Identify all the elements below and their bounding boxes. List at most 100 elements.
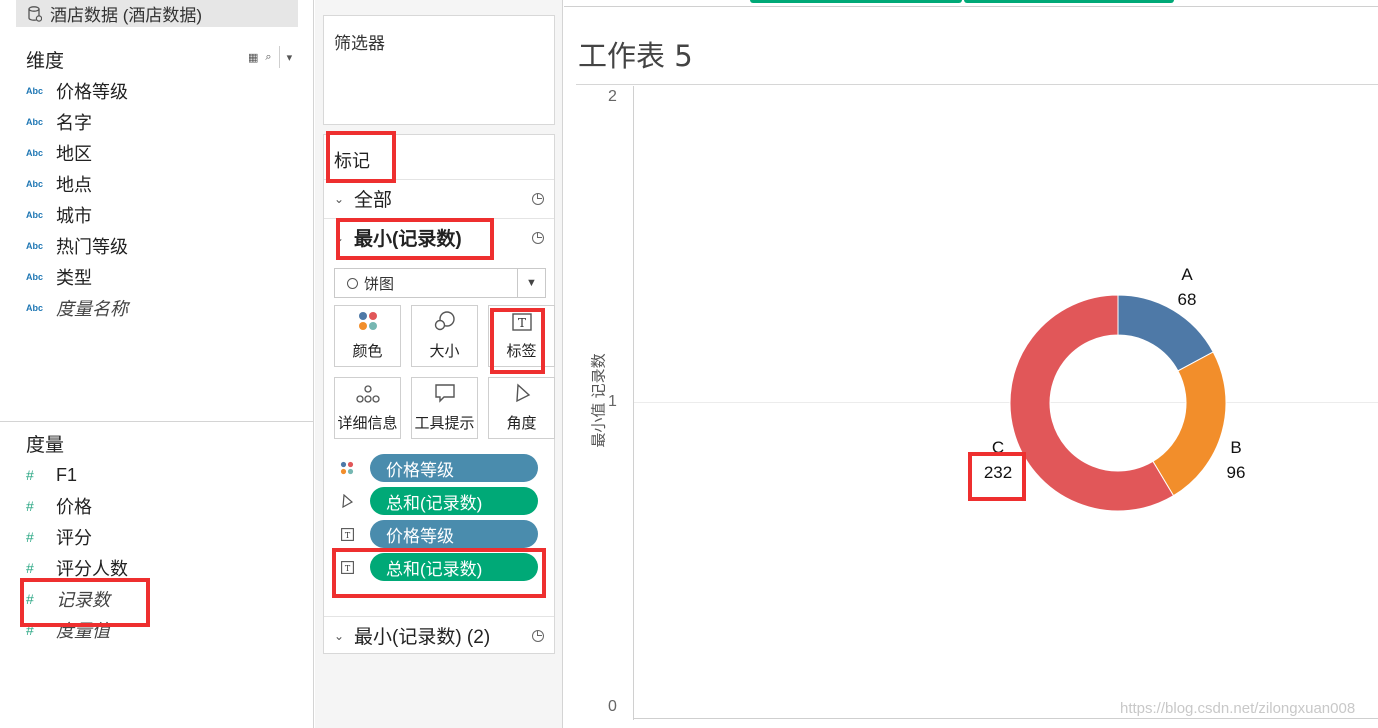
abc-icon: Abc: [26, 179, 44, 189]
abc-icon: Abc: [26, 148, 44, 158]
angle-icon: [334, 494, 360, 508]
top-pill[interactable]: [964, 0, 1174, 3]
dimension-field[interactable]: Abc 名字: [26, 109, 92, 135]
dimension-field[interactable]: Abc 度量名称: [26, 295, 128, 321]
slice-category-label: B: [1230, 438, 1242, 457]
detail-button[interactable]: 详细信息: [334, 377, 401, 439]
field-label: 热门等级: [56, 237, 128, 257]
color-icon: [334, 461, 360, 475]
chevron-down-icon: ⌄: [334, 628, 345, 643]
highlight-box: [20, 578, 150, 627]
pie-icon: [532, 193, 544, 205]
shelf-row-angle[interactable]: 总和(记录数): [334, 486, 546, 516]
measure-field[interactable]: # 价格: [26, 493, 92, 519]
y-axis-title[interactable]: 最小值 记录数: [588, 306, 609, 496]
dropdown-arrow-icon[interactable]: ▼: [517, 269, 545, 297]
pie-icon: [532, 630, 544, 642]
dimension-field[interactable]: Abc 地点: [26, 171, 92, 197]
abc-icon: Abc: [26, 303, 44, 313]
slice-value-label: 96: [1226, 463, 1246, 482]
y-tick-label: 2: [608, 88, 617, 105]
size-icon: [434, 311, 455, 331]
gridline: [634, 402, 1378, 403]
field-label: 地点: [56, 175, 92, 195]
marks-row-label: 最小(记录数) (2): [354, 627, 491, 648]
highlight-box: [326, 131, 396, 183]
mark-type-value: 饼图: [364, 275, 395, 293]
datasource-item[interactable]: 酒店数据 (酒店数据): [16, 0, 298, 27]
highlight-box: [332, 548, 546, 598]
dimension-pill[interactable]: 价格等级: [370, 454, 538, 482]
color-icon: [358, 312, 377, 330]
filters-title: 筛选器: [334, 34, 385, 53]
field-label: F1: [56, 464, 78, 485]
highlight-box: [968, 452, 1026, 501]
field-label: 城市: [56, 206, 92, 226]
dimension-field[interactable]: Abc 价格等级: [26, 78, 128, 104]
hash-icon: #: [26, 498, 34, 514]
chevron-down-icon[interactable]: ▾: [287, 51, 293, 64]
datasource-label: 酒店数据 (酒店数据): [50, 6, 203, 25]
highlight-box: [490, 308, 545, 374]
pie-icon: [532, 232, 544, 244]
marks-row-min-count-2[interactable]: ⌄ 最小(记录数) (2): [324, 616, 554, 654]
size-button-label: 大小: [429, 343, 460, 360]
angle-icon: [515, 383, 530, 403]
mark-type-select[interactable]: 饼图 ▼: [334, 268, 546, 298]
shelf-row-label[interactable]: T 价格等级: [334, 519, 546, 549]
x-axis-line: [633, 718, 1378, 719]
tooltip-icon: [434, 384, 455, 403]
abc-icon: Abc: [26, 117, 44, 127]
text-label-icon: T: [334, 527, 360, 541]
y-axis-line: [633, 86, 634, 720]
highlight-box: [336, 218, 494, 260]
dimension-tools: ▦ ⌕ ▾: [248, 46, 292, 68]
measure-field[interactable]: # 评分: [26, 524, 92, 550]
shelf-top-strip: [564, 0, 1378, 7]
title-divider: [576, 84, 1378, 85]
abc-icon: Abc: [26, 86, 44, 96]
tooltip-button[interactable]: 工具提示: [411, 377, 478, 439]
measure-field[interactable]: # F1: [26, 462, 77, 488]
measure-pill[interactable]: 总和(记录数): [370, 487, 538, 515]
dimension-field[interactable]: Abc 热门等级: [26, 233, 128, 259]
search-icon[interactable]: ⌕: [265, 51, 271, 64]
tooltip-button-label: 工具提示: [414, 415, 475, 432]
field-label: 名字: [56, 113, 92, 133]
slice-category-label: A: [1181, 265, 1193, 284]
dimension-field[interactable]: Abc 城市: [26, 202, 92, 228]
color-button-label: 颜色: [352, 343, 383, 360]
angle-button[interactable]: 角度: [488, 377, 555, 439]
marks-row-label: 全部: [354, 190, 393, 211]
field-label: 价格等级: [56, 82, 128, 102]
color-button[interactable]: 颜色: [334, 305, 401, 367]
field-label: 地区: [56, 144, 92, 164]
dimension-field[interactable]: Abc 地区: [26, 140, 92, 166]
measures-title: 度量: [26, 435, 65, 456]
detail-button-label: 详细信息: [337, 415, 398, 432]
field-label: 度量名称: [56, 299, 128, 319]
database-icon: [28, 5, 43, 22]
shelf-row-color[interactable]: 价格等级: [334, 453, 546, 483]
tool-separator: [278, 46, 280, 68]
filters-card[interactable]: 筛选器: [323, 15, 555, 125]
donut-chart[interactable]: [1008, 293, 1228, 513]
slice-value-label: 68: [1177, 290, 1197, 309]
y-tick-label: 0: [608, 698, 617, 715]
hash-icon: #: [26, 529, 34, 545]
abc-icon: Abc: [26, 241, 44, 251]
pane-divider[interactable]: [0, 421, 314, 422]
dimension-field[interactable]: Abc 类型: [26, 264, 92, 290]
top-pill[interactable]: [750, 0, 962, 3]
y-tick-label: 1: [608, 393, 617, 410]
hash-icon: #: [26, 467, 34, 483]
size-button[interactable]: 大小: [411, 305, 478, 367]
pie-icon: [347, 277, 358, 289]
sheet-title[interactable]: 工作表 5: [578, 33, 693, 75]
grid-view-icon[interactable]: ▦: [248, 51, 258, 64]
dimension-pill[interactable]: 价格等级: [370, 520, 538, 548]
abc-icon: Abc: [26, 210, 44, 220]
detail-icon: [355, 385, 380, 403]
marks-row-all[interactable]: ⌄ 全部: [324, 179, 554, 217]
field-label: 类型: [56, 268, 92, 288]
